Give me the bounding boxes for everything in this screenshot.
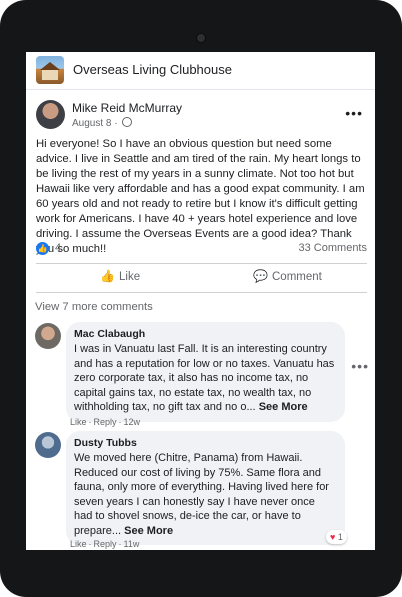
post-date[interactable]: August 8: [72, 118, 111, 129]
comment-text-body: We moved here (Chitre, Panama) from Hawa…: [74, 452, 329, 537]
globe-icon: [122, 117, 133, 127]
thumbs-up-icon: 👍: [100, 269, 115, 283]
like-reaction-icon: 👍: [36, 242, 49, 255]
comment-author[interactable]: Mac Clabaugh: [74, 328, 336, 340]
comment-text: I was in Vanuatu last Fall. It is an int…: [74, 342, 336, 415]
comment-count[interactable]: 33 Comments: [299, 242, 367, 254]
comment-meta: Like · Reply · 12w: [70, 417, 141, 427]
comment-button[interactable]: 💬 Comment: [253, 269, 322, 283]
comment-reply-link[interactable]: Reply: [94, 417, 117, 427]
speech-bubble-icon: 💬: [253, 269, 268, 283]
see-more-link[interactable]: See More: [259, 401, 308, 413]
comment-time[interactable]: 11w: [124, 539, 140, 549]
reaction-summary[interactable]: 👍 4 33 Comments: [36, 241, 367, 257]
comment-bubble: Dusty Tubbs We moved here (Chitre, Panam…: [66, 431, 345, 545]
heart-icon: ♥: [330, 532, 336, 542]
avatar[interactable]: [35, 432, 61, 458]
avatar[interactable]: [35, 323, 61, 349]
comment-more-icon[interactable]: •••: [351, 358, 369, 374]
comment-bubble: Mac Clabaugh I was in Vanuatu last Fall.…: [66, 322, 345, 422]
comment-text: We moved here (Chitre, Panama) from Hawa…: [74, 451, 336, 538]
post-author[interactable]: Mike Reid McMurray: [72, 101, 182, 115]
comment-like-link[interactable]: Like: [70, 417, 87, 427]
avatar[interactable]: [36, 100, 65, 129]
post-actions: 👍 Like 💬 Comment: [36, 263, 367, 293]
like-button[interactable]: 👍 Like: [100, 269, 140, 283]
see-more-link[interactable]: See More: [124, 525, 173, 537]
comment-author[interactable]: Dusty Tubbs: [74, 437, 336, 449]
comment-time[interactable]: 12w: [124, 417, 141, 427]
tablet-frame: Overseas Living Clubhouse Mike Reid McMu…: [0, 0, 402, 597]
post-body: Hi everyone! So I have an obvious questi…: [36, 138, 365, 255]
more-options-icon[interactable]: •••: [345, 105, 363, 121]
comment-meta: Like · Reply · 11w: [70, 539, 140, 549]
comment-reaction-count: 1: [337, 532, 343, 542]
like-label: Like: [119, 271, 141, 283]
group-name[interactable]: Overseas Living Clubhouse: [73, 62, 232, 77]
group-header[interactable]: Overseas Living Clubhouse: [26, 52, 375, 90]
group-avatar[interactable]: [36, 56, 64, 84]
post-meta: August 8 ·: [72, 117, 133, 129]
comment-label: Comment: [272, 271, 322, 283]
camera-icon: [196, 33, 206, 43]
reaction-count[interactable]: 4: [55, 242, 61, 254]
screen: Overseas Living Clubhouse Mike Reid McMu…: [26, 52, 375, 550]
comment-like-link[interactable]: Like: [70, 539, 87, 549]
comment-reaction-badge[interactable]: ♥ 1: [326, 530, 347, 544]
meta-separator: ·: [114, 118, 118, 129]
comment-reply-link[interactable]: Reply: [94, 539, 117, 549]
view-more-comments-link[interactable]: View 7 more comments: [35, 301, 153, 313]
